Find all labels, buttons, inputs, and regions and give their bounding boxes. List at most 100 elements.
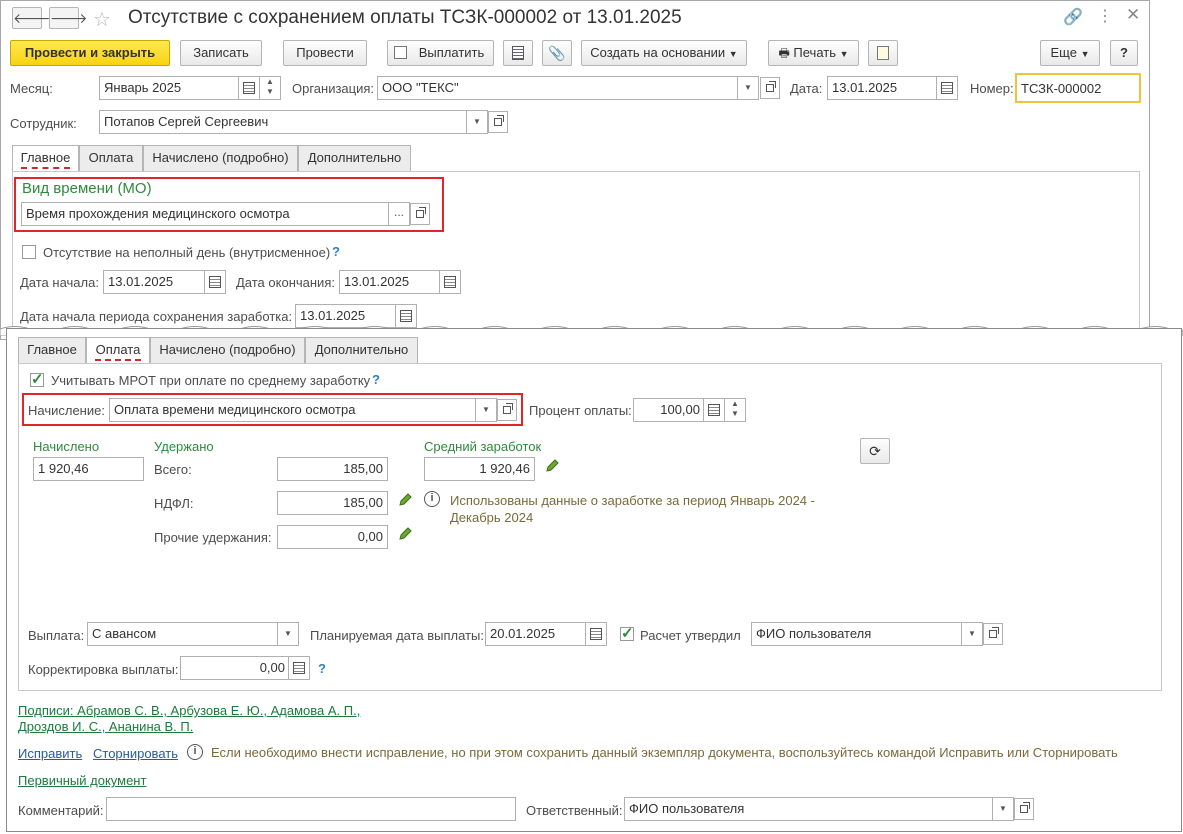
save-button[interactable]: Записать — [180, 40, 262, 66]
tab-main[interactable]: Главное — [18, 337, 86, 363]
payout-dropdown-button[interactable]: ▼ — [277, 622, 299, 646]
back-button[interactable]: 🡐 — [12, 7, 51, 29]
end-date-field[interactable]: 13.01.2025 — [339, 270, 441, 294]
edit-pencil-icon[interactable] — [397, 492, 413, 508]
edit-pencil-icon[interactable] — [397, 526, 413, 542]
clock-document-icon — [877, 46, 889, 60]
percent-calc-button[interactable] — [703, 398, 725, 422]
edit-pencil-icon[interactable] — [544, 458, 560, 474]
more-button[interactable]: Еще ▼ — [1040, 40, 1100, 66]
employee-dropdown-button[interactable]: ▼ — [466, 110, 488, 134]
link-icon[interactable]: 🔗 — [1063, 7, 1083, 27]
employee-open-button[interactable] — [488, 111, 508, 133]
report-button[interactable] — [868, 40, 898, 66]
attach-button[interactable]: 📎 — [542, 40, 572, 66]
info-icon: i — [424, 491, 440, 507]
month-spinner[interactable]: ▲ ▼ — [259, 76, 281, 100]
employee-field[interactable]: Потапов Сергей Сергеевич — [99, 110, 470, 134]
paperclip-icon: 📎 — [548, 45, 566, 61]
ndfl-field[interactable]: 185,00 — [277, 491, 388, 515]
tab-additional[interactable]: Дополнительно — [298, 145, 411, 171]
accrued-header: Начислено — [33, 439, 100, 454]
help-question-icon[interactable]: ? — [318, 661, 326, 676]
total-label: Всего: — [154, 462, 192, 477]
window-title: Отсутствие с сохранением оплаты ТСЗК-000… — [128, 7, 682, 28]
journal-button[interactable] — [503, 40, 533, 66]
percent-field[interactable]: 100,00 — [633, 398, 705, 422]
tab-payment-label: Оплата — [95, 342, 141, 357]
help-button[interactable]: ? — [1110, 40, 1138, 66]
post-and-close-button[interactable]: Провести и закрыть — [10, 40, 170, 66]
total-withheld-field[interactable]: 185,00 — [277, 457, 388, 481]
calendar-button[interactable] — [238, 76, 260, 100]
close-icon[interactable]: ✕ — [1126, 5, 1140, 25]
approved-open-button[interactable] — [983, 623, 1003, 645]
month-field[interactable]: Январь 2025 — [99, 76, 239, 100]
planned-date-field[interactable]: 20.01.2025 — [485, 622, 587, 646]
time-type-field[interactable]: Время прохождения медицинского осмотра — [21, 202, 390, 226]
favorite-star-icon[interactable]: ☆ — [93, 7, 111, 32]
start-date-field[interactable]: 13.01.2025 — [103, 270, 205, 294]
percent-spinner[interactable]: ▲ ▼ — [724, 398, 746, 422]
help-question-icon[interactable]: ? — [372, 372, 380, 387]
tab-additional[interactable]: Дополнительно — [305, 337, 418, 363]
other-withholdings-field[interactable]: 0,00 — [277, 525, 388, 549]
accrual-open-button[interactable] — [497, 399, 517, 421]
organization-dropdown-button[interactable]: ▼ — [737, 76, 759, 100]
correction-field[interactable]: 0,00 — [180, 656, 290, 680]
tab-accrued-detail[interactable]: Начислено (подробно) — [150, 337, 305, 363]
signatures-link[interactable]: Подписи: Абрамов С. В., Арбузова Е. Ю., … — [18, 703, 360, 718]
approved-dropdown-button[interactable]: ▼ — [961, 622, 983, 646]
responsible-open-button[interactable] — [1014, 798, 1034, 820]
accrual-dropdown-button[interactable]: ▼ — [475, 398, 497, 422]
tab-accrued-detail[interactable]: Начислено (подробно) — [143, 145, 298, 171]
reverse-link[interactable]: Сторнировать — [93, 746, 178, 761]
time-type-select-button[interactable]: ... — [388, 202, 410, 226]
print-button[interactable]: 🖶 Печать ▼ — [768, 40, 859, 66]
comment-field[interactable] — [106, 797, 516, 821]
end-date-calendar-button[interactable] — [439, 270, 461, 294]
organization-field[interactable]: ООО "ТЕКС" — [377, 76, 742, 100]
time-type-open-button[interactable] — [410, 203, 430, 225]
refresh-button[interactable]: ⟳ — [860, 438, 890, 464]
pay-button[interactable]: Выплатить — [387, 40, 494, 66]
primary-document-link[interactable]: Первичный документ — [18, 773, 146, 788]
correction-label: Корректировка выплаты: — [28, 662, 179, 677]
tab-payment[interactable]: Оплата — [79, 145, 143, 171]
planned-date-calendar-button[interactable] — [585, 622, 607, 646]
percent-label: Процент оплаты: — [529, 403, 632, 418]
accrued-field[interactable]: 1 920,46 — [33, 457, 144, 481]
tab-payment[interactable]: Оплата — [86, 337, 150, 363]
approved-checkbox[interactable] — [620, 624, 634, 642]
forward-button[interactable]: 🡒 — [49, 7, 88, 29]
post-button[interactable]: Провести — [283, 40, 367, 66]
number-field[interactable]: ТСЗК-000002 — [1015, 73, 1141, 103]
menu-dots-icon[interactable]: ⋮ — [1097, 6, 1113, 26]
tab-main[interactable]: Главное — [12, 145, 79, 171]
mrot-checkbox[interactable] — [30, 370, 44, 388]
date-calendar-button[interactable] — [936, 76, 958, 100]
average-earnings-field[interactable]: 1 920,46 — [424, 457, 535, 481]
partial-day-checkbox[interactable] — [22, 245, 36, 259]
month-label: Месяц: — [10, 81, 53, 96]
help-question-icon[interactable]: ? — [332, 244, 340, 259]
date-field[interactable]: 13.01.2025 — [827, 76, 937, 100]
correction-calc-button[interactable] — [288, 656, 310, 680]
organization-open-button[interactable] — [760, 77, 780, 99]
start-date-calendar-button[interactable] — [204, 270, 226, 294]
organization-label: Организация: — [292, 81, 375, 96]
responsible-dropdown-button[interactable]: ▼ — [992, 797, 1014, 821]
date-label: Дата: — [790, 81, 823, 96]
responsible-field[interactable]: ФИО пользователя — [624, 797, 994, 821]
approved-by-field[interactable]: ФИО пользователя — [751, 622, 963, 646]
active-tab-underline — [21, 167, 70, 169]
signatures-link-continued[interactable]: Дроздов И. С., Ананина В. П. — [18, 719, 193, 734]
fix-link[interactable]: Исправить — [18, 746, 82, 761]
printer-icon: 🖶 — [778, 46, 790, 60]
list-icon — [512, 46, 524, 60]
accrual-field[interactable]: Оплата времени медицинского осмотра — [109, 398, 479, 422]
end-date-label: Дата окончания: — [236, 275, 335, 290]
create-based-button[interactable]: Создать на основании ▼ — [581, 40, 747, 66]
payout-field[interactable]: С авансом — [87, 622, 279, 646]
more-label: Еще — [1050, 45, 1077, 60]
